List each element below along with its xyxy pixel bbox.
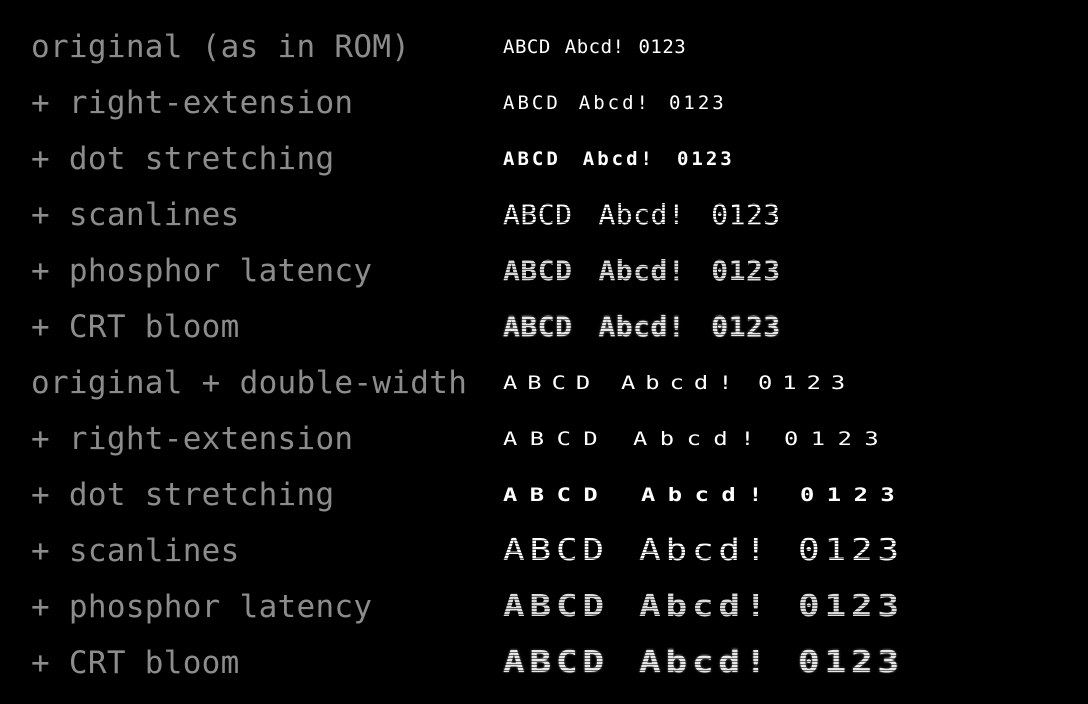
sample-word-2: Abcd! — [598, 254, 686, 287]
sample-word-2: Abcd! — [632, 427, 767, 450]
row-phosphor-latency: + phosphor latency ABCD Abcd! 0123 — [0, 243, 1088, 299]
sample-text: ABCD Abcd! 0123 — [503, 355, 845, 411]
sample-word-3: 0123 — [757, 371, 856, 394]
sample-text: ABCD Abcd! 0123 — [503, 579, 1088, 635]
comparison-table: original (as in ROM) ABCD Abcd! 0123 + r… — [0, 19, 1088, 691]
row-label: + dot stretching — [31, 141, 335, 177]
sample-word-2: Abcd! — [639, 589, 772, 624]
row-double-right-extension: + right-extension ABCD Abcd! 0123 — [0, 411, 1088, 467]
sample-word-2: Abcd! — [640, 483, 775, 506]
sample-word-1: ABCD — [503, 371, 601, 394]
sample-word-2: Abcd! — [564, 35, 625, 58]
sample-text: ABCD Abcd! 0123 — [503, 635, 1088, 691]
sample-word-1: ABCD — [503, 310, 573, 343]
row-label: + phosphor latency — [31, 253, 373, 289]
sample-word-3: 0123 — [797, 533, 904, 568]
row-label: + phosphor latency — [31, 589, 373, 625]
row-label: original + double-width — [31, 365, 468, 401]
sample-word-3: 0123 — [668, 91, 727, 114]
sample-word-3: 0123 — [638, 35, 687, 58]
sample-word-3: 0123 — [711, 310, 781, 343]
sample-word-1: ABCD — [503, 147, 561, 170]
sample-word-3: 0123 — [676, 147, 735, 170]
row-label: + scanlines — [31, 197, 240, 233]
sample-word-2: Abcd! — [598, 310, 686, 343]
row-label: + CRT bloom — [31, 645, 240, 681]
sample-word-2: Abcd! — [598, 198, 686, 231]
sample-word-3: 0123 — [711, 254, 781, 287]
sample-word-1: ABCD — [503, 645, 609, 680]
sample-word-3: 0123 — [797, 645, 904, 680]
sample-word-2: Abcd! — [578, 91, 651, 114]
sample-word-2: Abcd! — [639, 533, 772, 568]
row-double-scanlines: + scanlines ABCD Abcd! 0123 — [0, 523, 1088, 579]
row-dot-stretching: + dot stretching ABCD Abcd! 0123 — [0, 131, 1088, 187]
sample-word-2: Abcd! — [620, 371, 743, 394]
sample-word-1: ABCD — [503, 91, 561, 114]
sample-word-3: 0123 — [783, 427, 892, 450]
sample-word-2: Abcd! — [639, 645, 772, 680]
sample-word-2: Abcd! — [582, 147, 655, 170]
sample-word-1: ABCD — [503, 198, 573, 231]
row-scanlines: + scanlines ABCD Abcd! 0123 — [0, 187, 1088, 243]
sample-word-3: 0123 — [711, 198, 781, 231]
sample-word-1: ABCD — [503, 254, 573, 287]
row-crt-bloom: + CRT bloom ABCD Abcd! 0123 — [0, 299, 1088, 355]
sample-text: ABCD Abcd! 0123 — [503, 411, 879, 467]
row-double-dot-stretching: + dot stretching ABCD Abcd! 0123 — [0, 467, 1088, 523]
row-right-extension: + right-extension ABCD Abcd! 0123 — [0, 75, 1088, 131]
sample-word-1: ABCD — [503, 427, 611, 450]
sample-text: ABCD Abcd! 0123 — [503, 131, 735, 187]
sample-text: ABCD Abcd! 0123 — [503, 187, 1088, 243]
row-double-crt-bloom: + CRT bloom ABCD Abcd! 0123 — [0, 635, 1088, 691]
sample-text: ABCD Abcd! 0123 — [503, 75, 727, 131]
row-label: + scanlines — [31, 533, 240, 569]
row-label: + right-extension — [31, 85, 354, 121]
row-label: + right-extension — [31, 421, 354, 457]
sample-text: ABCD Abcd! 0123 — [503, 299, 1088, 355]
sample-word-3: 0123 — [799, 483, 908, 506]
row-label: + CRT bloom — [31, 309, 240, 345]
sample-word-1: ABCD — [503, 483, 611, 506]
sample-word-1: ABCD — [503, 589, 609, 624]
sample-word-1: ABCD — [503, 35, 551, 58]
row-double-phosphor-latency: + phosphor latency ABCD Abcd! 0123 — [0, 579, 1088, 635]
sample-text: ABCD Abcd! 0123 — [503, 467, 895, 523]
sample-text: ABCD Abcd! 0123 — [503, 19, 686, 75]
row-original-double-width: original + double-width ABCD Abcd! 0123 — [0, 355, 1088, 411]
sample-word-3: 0123 — [797, 589, 904, 624]
row-label: + dot stretching — [31, 477, 335, 513]
sample-text: ABCD Abcd! 0123 — [503, 243, 1088, 299]
row-label: original (as in ROM) — [31, 29, 411, 65]
row-original: original (as in ROM) ABCD Abcd! 0123 — [0, 19, 1088, 75]
sample-text: ABCD Abcd! 0123 — [503, 523, 1088, 579]
sample-word-1: ABCD — [503, 533, 609, 568]
